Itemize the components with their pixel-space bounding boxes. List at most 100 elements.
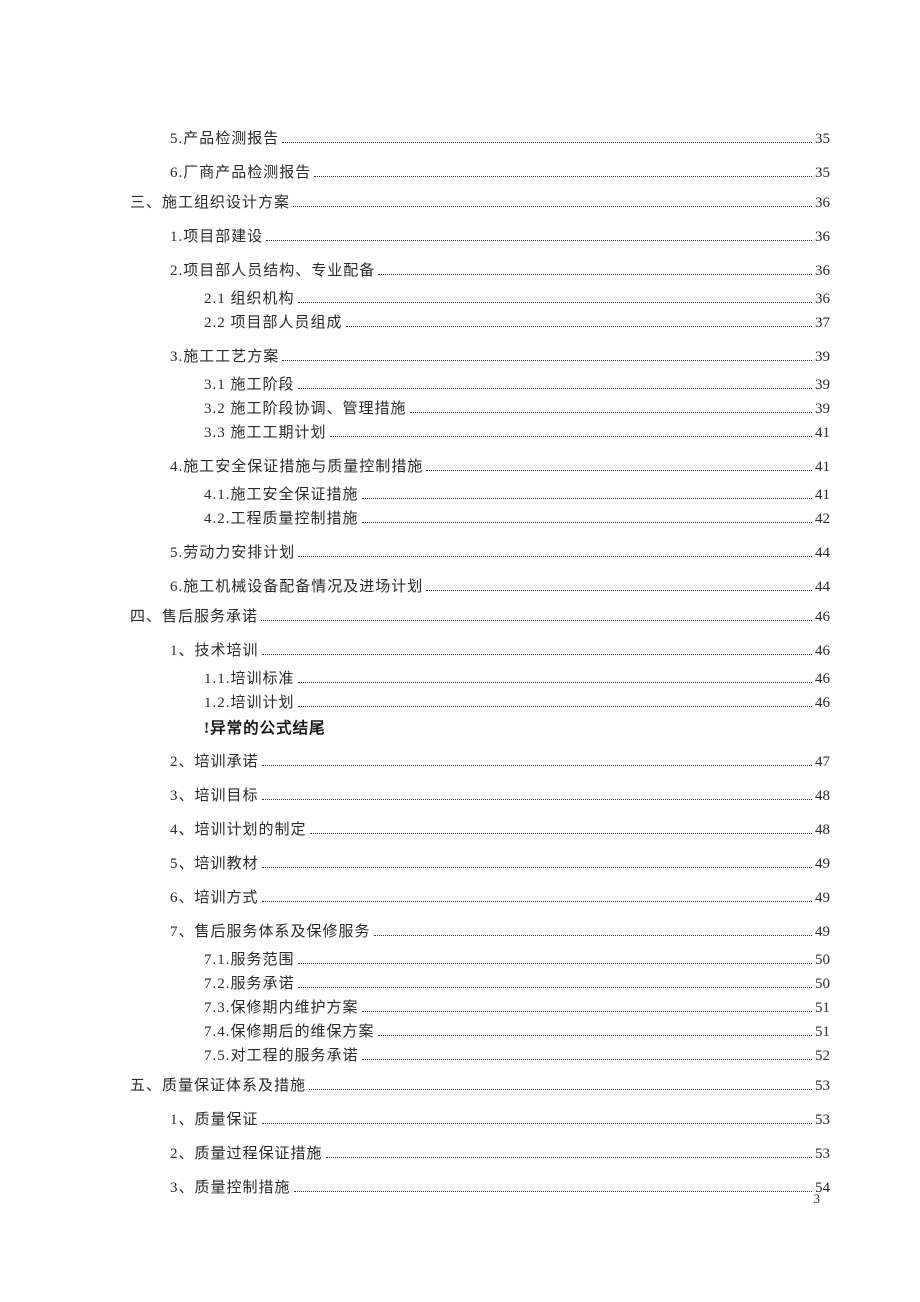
toc-leader-dots: [293, 193, 812, 207]
toc-leader-dots: [314, 163, 812, 177]
toc-leader-dots: [298, 974, 812, 988]
toc-container: 5.产品检测报告356.厂商产品检测报告35三、施工组织设计方案361.项目部建…: [130, 115, 830, 1206]
toc-entry[interactable]: 4.1.施工安全保证措施41: [204, 485, 830, 505]
toc-entry[interactable]: 7.3.保修期内维护方案51: [204, 998, 830, 1018]
toc-entry[interactable]: 4、培训计划的制定 48: [170, 820, 830, 840]
toc-page-number: 35: [815, 130, 830, 150]
toc-entry[interactable]: 4.施工安全保证措施与质量控制措施41: [170, 457, 830, 477]
toc-label: 7.1.服务范围: [204, 951, 295, 971]
toc-entry[interactable]: 6.施工机械设备配备情况及进场计划 44: [170, 577, 830, 597]
toc-page-number: 49: [815, 855, 830, 875]
toc-label: 7、售后服务体系及保修服务: [170, 923, 371, 943]
toc-page-number: 42: [815, 510, 830, 530]
toc-leader-dots: [266, 227, 812, 241]
toc-label: 4.1.施工安全保证措施: [204, 486, 359, 506]
toc-page-number: 36: [815, 228, 830, 248]
toc-page-number: 49: [815, 923, 830, 943]
toc-entry[interactable]: 3.2 施工阶段协调、管理措施 39: [204, 399, 830, 419]
toc-page-number: 44: [815, 544, 830, 564]
toc-label: 3.施工工艺方案: [170, 348, 279, 368]
toc-entry[interactable]: 5.劳动力安排计划 44: [170, 543, 830, 563]
toc-label: 4.2.工程质量控制措施: [204, 510, 359, 530]
toc-leader-dots: [410, 399, 812, 413]
toc-leader-dots: [298, 289, 812, 303]
toc-label: 3.2 施工阶段协调、管理措施: [204, 400, 407, 420]
toc-label: 6.施工机械设备配备情况及进场计划: [170, 578, 423, 598]
toc-label: 6.厂商产品检测报告: [170, 164, 311, 184]
toc-leader-dots: [378, 1022, 812, 1036]
toc-page-number: 44: [815, 578, 830, 598]
toc-leader-dots: [298, 375, 812, 389]
toc-page-number: 52: [815, 1047, 830, 1067]
toc-page-number: 51: [815, 1023, 830, 1043]
toc-entry[interactable]: 7.1.服务范围 50: [204, 950, 830, 970]
toc-leader-dots: [362, 1046, 812, 1060]
toc-leader-dots: [262, 786, 812, 800]
toc-entry[interactable]: 7.4.保修期后的维保方案51: [204, 1022, 830, 1042]
toc-label: 2.2 项目部人员组成: [204, 314, 343, 334]
toc-entry[interactable]: 3.施工工艺方案 39: [170, 347, 830, 367]
toc-entry[interactable]: 3、质量控制措施54: [170, 1178, 830, 1198]
toc-entry[interactable]: 7.5.对工程的服务承诺52: [204, 1046, 830, 1066]
toc-entry[interactable]: 2.项目部人员结构、专业配备36: [170, 261, 830, 281]
toc-page-number: 37: [815, 314, 830, 334]
toc-entry[interactable]: 3.1 施工阶段39: [204, 375, 830, 395]
toc-entry[interactable]: 2、质量过程保证措施53: [170, 1144, 830, 1164]
toc-leader-dots: [261, 607, 812, 621]
toc-entry[interactable]: 四、售后服务承诺 46: [130, 607, 830, 627]
toc-page-number: 48: [815, 821, 830, 841]
toc-page-number: 46: [815, 694, 830, 714]
toc-entry[interactable]: 2、培训承诺47: [170, 752, 830, 772]
toc-label: 2.1 组织机构: [204, 290, 295, 310]
toc-page-number: 46: [815, 608, 830, 628]
toc-leader-dots: [262, 854, 812, 868]
toc-leader-dots: [294, 1178, 812, 1192]
toc-page-number: 53: [815, 1145, 830, 1165]
toc-page-number: 36: [815, 262, 830, 282]
toc-entry[interactable]: 1、质量保证 53: [170, 1110, 830, 1130]
toc-leader-dots: [378, 261, 812, 275]
toc-label: 4、培训计划的制定: [170, 821, 307, 841]
toc-leader-dots: [362, 485, 812, 499]
toc-leader-dots: [262, 1110, 812, 1124]
toc-entry[interactable]: 7.2.服务承诺50: [204, 974, 830, 994]
toc-page-number: 53: [815, 1111, 830, 1131]
page-number: 3: [814, 1191, 821, 1207]
toc-page-number: 36: [815, 194, 830, 214]
toc-entry[interactable]: 1、技术培训46: [170, 641, 830, 661]
toc-label: 5.劳动力安排计划: [170, 544, 295, 564]
toc-entry[interactable]: 五、质量保证体系及措施53: [130, 1076, 830, 1096]
toc-leader-dots: [298, 669, 812, 683]
toc-label: 3、质量控制措施: [170, 1179, 291, 1199]
toc-entry[interactable]: 三、施工组织设计方案 36: [130, 193, 830, 213]
toc-entry[interactable]: 3、培训目标48: [170, 786, 830, 806]
toc-entry[interactable]: 2.2 项目部人员组成 37: [204, 313, 830, 333]
toc-label: 1、质量保证: [170, 1111, 259, 1131]
toc-entry[interactable]: 3.3 施工工期计划41: [204, 423, 830, 443]
toc-page-number: 47: [815, 753, 830, 773]
toc-entry[interactable]: 1.项目部建设36: [170, 227, 830, 247]
toc-entry[interactable]: 5、培训教材49: [170, 854, 830, 874]
toc-entry[interactable]: 4.2.工程质量控制措施 42: [204, 509, 830, 529]
toc-label: 1、技术培训: [170, 642, 259, 662]
toc-entry[interactable]: 1.2.培训计划46: [204, 693, 830, 713]
toc-leader-dots: [282, 347, 812, 361]
toc-page-number: 39: [815, 348, 830, 368]
toc-entry[interactable]: 1.1.培训标准46: [204, 669, 830, 689]
toc-entry[interactable]: 6.厂商产品检测报告 35: [170, 163, 830, 183]
toc-label: 3.1 施工阶段: [204, 376, 295, 396]
toc-entry[interactable]: 2.1 组织机构36: [204, 289, 830, 309]
toc-page-number: 48: [815, 787, 830, 807]
toc-leader-dots: [262, 888, 812, 902]
toc-page-number: 41: [815, 424, 830, 444]
toc-page-number: 50: [815, 951, 830, 971]
toc-page-number: 46: [815, 670, 830, 690]
toc-page-number: 35: [815, 164, 830, 184]
toc-page-number: 39: [815, 400, 830, 420]
toc-leader-dots: [282, 129, 812, 143]
toc-label: 三、施工组织设计方案: [130, 194, 290, 214]
toc-entry[interactable]: 6、培训方式49: [170, 888, 830, 908]
toc-label: 四、售后服务承诺: [130, 608, 258, 628]
toc-entry[interactable]: 7、售后服务体系及保修服务 49: [170, 922, 830, 942]
toc-entry[interactable]: 5.产品检测报告35: [170, 129, 830, 149]
